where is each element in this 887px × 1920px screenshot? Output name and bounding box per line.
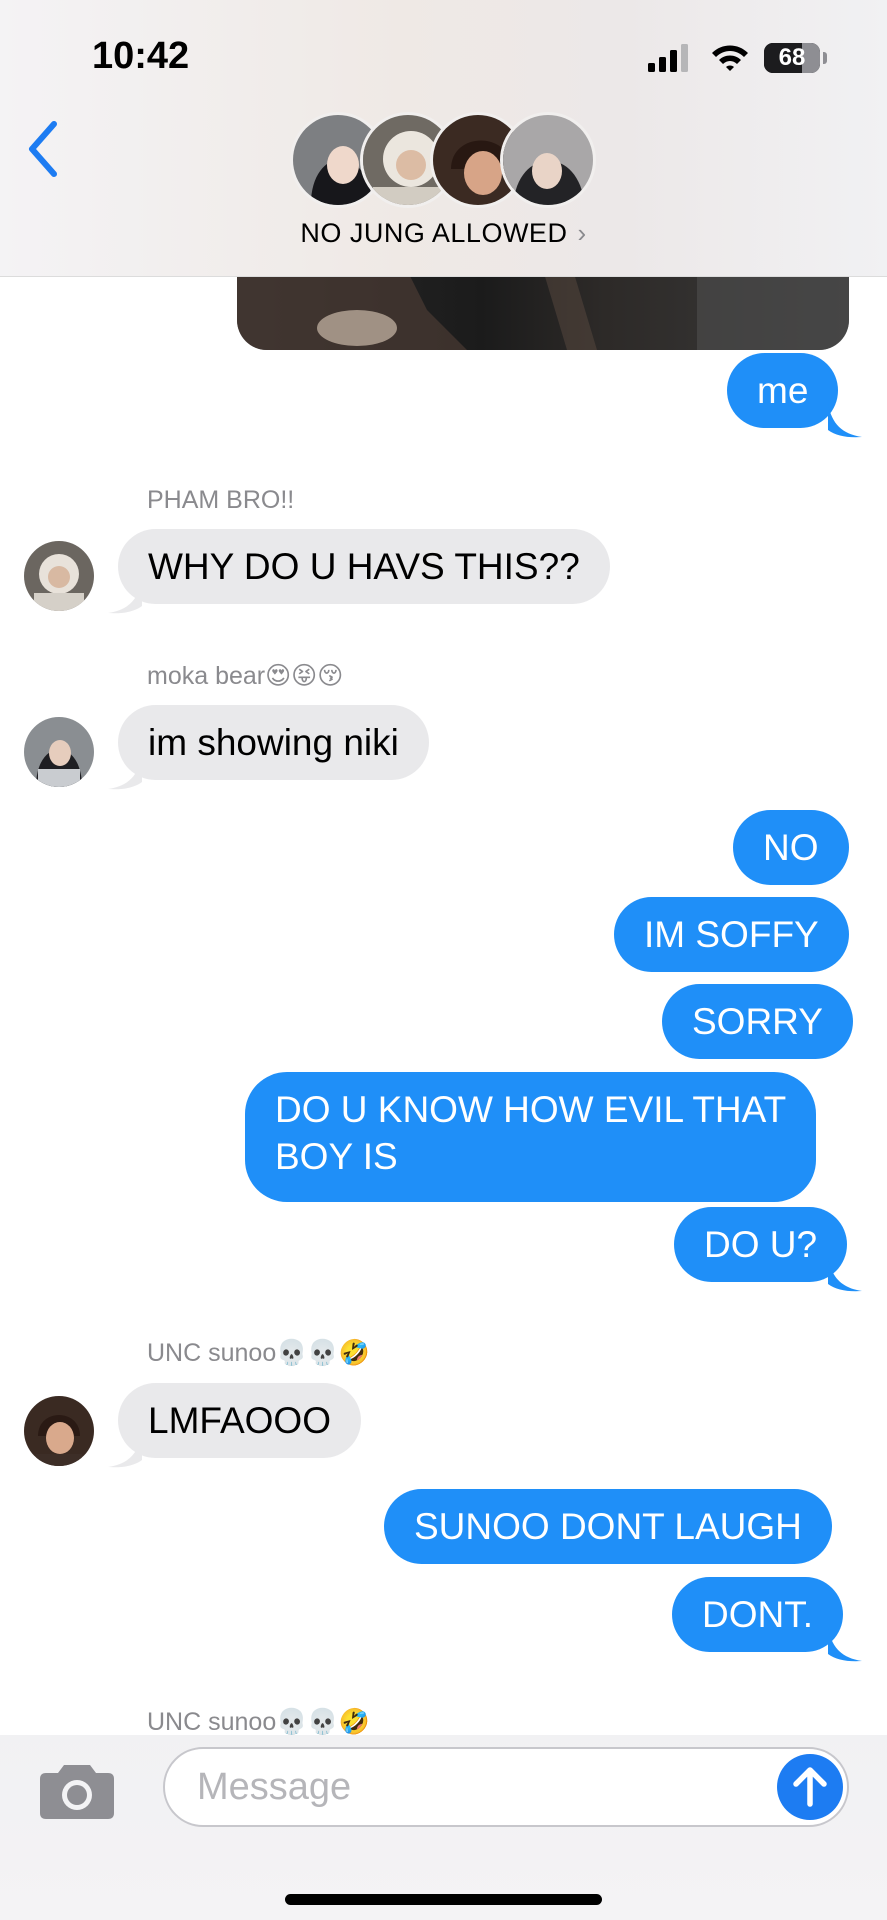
bubble-tail <box>828 404 862 438</box>
outgoing-message[interactable]: IM SOFFY <box>614 897 849 972</box>
message-text: SORRY <box>692 1001 823 1042</box>
sender-name: UNC sunoo💀💀🤣 <box>147 1708 370 1736</box>
battery-tip <box>823 52 827 64</box>
avatar-moka-bear[interactable] <box>24 717 94 787</box>
compose-bar <box>0 1735 887 1920</box>
outgoing-message[interactable]: DO U? <box>674 1207 848 1282</box>
message-text: DONT. <box>702 1594 813 1635</box>
message-text: LMFAOOO <box>148 1400 331 1441</box>
bubble-tail <box>108 1434 142 1468</box>
battery-icon: 68 <box>764 43 820 73</box>
messages-screen: me PHAM BRO!! WHY DO U HAVS THIS?? moka … <box>0 0 887 1920</box>
message-text: NO <box>763 827 819 868</box>
message-text: WHY DO U HAVS THIS?? <box>148 546 580 587</box>
camera-icon[interactable] <box>40 1759 114 1819</box>
status-time: 10:42 <box>92 35 190 77</box>
back-chevron-icon[interactable] <box>24 118 64 180</box>
group-name: NO JUNG ALLOWED <box>300 218 568 248</box>
incoming-message[interactable]: WHY DO U HAVS THIS?? <box>118 529 610 604</box>
message-text-line: DO U KNOW HOW EVIL THAT <box>275 1089 787 1130</box>
message-text: im showing niki <box>148 722 399 763</box>
send-button[interactable] <box>777 1754 843 1820</box>
wifi-icon <box>712 45 748 71</box>
sender-name: moka bear😍😝😚 <box>147 662 344 690</box>
group-avatar-4 <box>500 112 596 208</box>
group-avatars[interactable] <box>290 112 600 208</box>
bubble-tail <box>828 1628 862 1662</box>
group-name-button[interactable]: NO JUNG ALLOWED › <box>0 218 887 249</box>
battery-level: 68 <box>778 44 806 71</box>
sender-name: PHAM BRO!! <box>147 486 295 514</box>
chevron-right-icon: › <box>577 218 587 248</box>
message-text: IM SOFFY <box>644 914 819 955</box>
bubble-tail <box>828 1258 862 1292</box>
incoming-message[interactable]: im showing niki <box>118 705 429 780</box>
sender-name: UNC sunoo💀💀🤣 <box>147 1339 370 1367</box>
home-indicator[interactable] <box>285 1894 602 1905</box>
message-text-line: BOY IS <box>275 1136 398 1177</box>
send-arrow-icon <box>793 1767 827 1807</box>
outgoing-message[interactable]: DO U KNOW HOW EVIL THAT BOY IS <box>245 1072 817 1202</box>
conversation-header: 10:42 68 NO JUNG ALLOWED › <box>0 0 887 277</box>
message-text: me <box>757 370 809 411</box>
outgoing-message[interactable]: SUNOO DONT LAUGH <box>384 1489 832 1564</box>
message-input[interactable] <box>163 1747 849 1827</box>
incoming-message[interactable]: LMFAOOO <box>118 1383 361 1458</box>
message-list[interactable]: me PHAM BRO!! WHY DO U HAVS THIS?? moka … <box>0 0 887 1920</box>
outgoing-message[interactable]: NO <box>733 810 849 885</box>
message-text: DO U? <box>704 1224 818 1265</box>
avatar-pham-bro[interactable] <box>24 541 94 611</box>
signal-icon <box>648 44 688 72</box>
bubble-tail <box>108 580 142 614</box>
message-text: SUNOO DONT LAUGH <box>414 1506 802 1547</box>
outgoing-message[interactable]: me <box>727 353 839 428</box>
bubble-tail <box>108 756 142 790</box>
outgoing-message[interactable]: SORRY <box>662 984 853 1059</box>
avatar-unc-sunoo[interactable] <box>24 1396 94 1466</box>
outgoing-message[interactable]: DONT. <box>672 1577 843 1652</box>
